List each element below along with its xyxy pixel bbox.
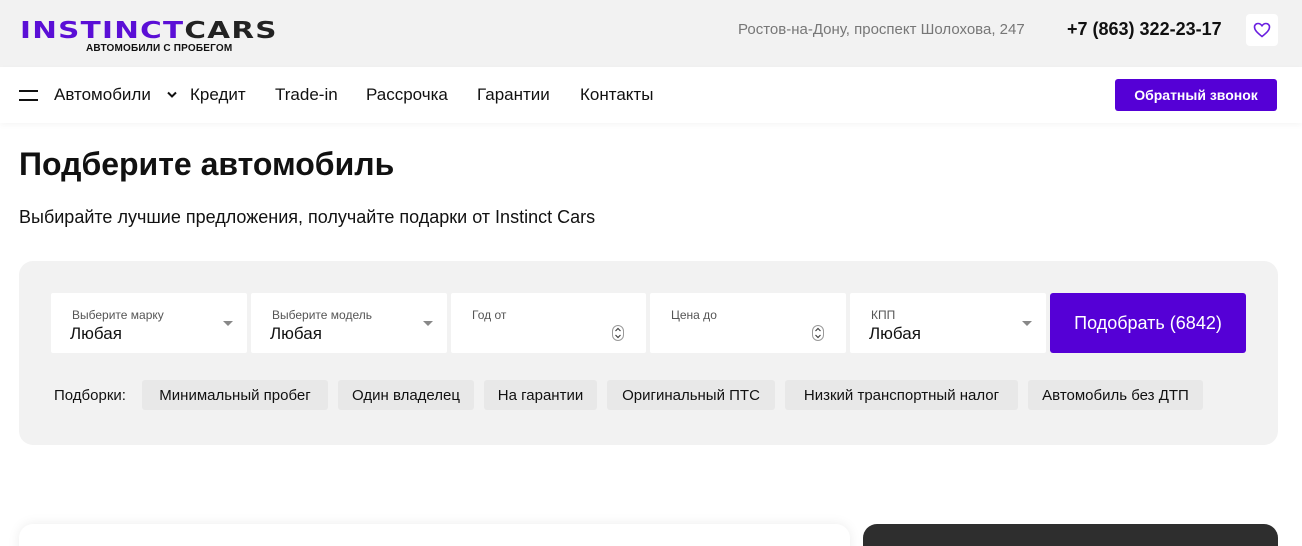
price-to-input[interactable]: Цена до: [650, 293, 846, 353]
promo-card: [863, 524, 1278, 546]
phone-number[interactable]: +7 (863) 322-23-17: [1067, 19, 1222, 40]
chip-min-mileage[interactable]: Минимальный пробег: [142, 380, 328, 410]
spinner-arrows-icon[interactable]: [812, 325, 824, 341]
brand-select[interactable]: Выберите марку Любая: [51, 293, 247, 353]
nav-item-cars[interactable]: Автомобили: [54, 85, 151, 105]
chip-under-warranty[interactable]: На гарантии: [484, 380, 597, 410]
favorites-button[interactable]: [1246, 14, 1278, 46]
field-label: КПП: [871, 308, 896, 322]
main-nav: Автомобили Кредит Trade-in Рассрочка Гар…: [0, 67, 1302, 123]
nav-item-trade-in[interactable]: Trade-in: [275, 85, 338, 105]
field-label: Выберите модель: [272, 308, 372, 322]
selections-label: Подборки:: [54, 387, 126, 404]
dropdown-arrow-icon: [223, 321, 233, 326]
transmission-select[interactable]: КПП Любая: [850, 293, 1046, 353]
model-select[interactable]: Выберите модель Любая: [251, 293, 447, 353]
page-title: Подберите автомобиль: [19, 146, 395, 182]
dropdown-arrow-icon: [423, 321, 433, 326]
car-filter-panel: Выберите марку Любая Выберите модель Люб…: [19, 261, 1278, 445]
nav-item-warranty[interactable]: Гарантии: [477, 85, 550, 105]
field-label: Выберите марку: [72, 308, 164, 322]
field-value: Любая: [70, 324, 122, 343]
hamburger-icon[interactable]: [19, 90, 38, 101]
field-label: Год от: [472, 308, 507, 322]
field-value: Любая: [270, 324, 322, 343]
callback-button[interactable]: Обратный звонок: [1115, 79, 1277, 111]
spinner-arrows-icon[interactable]: [612, 325, 624, 341]
chip-no-accidents[interactable]: Автомобиль без ДТП: [1028, 380, 1203, 410]
field-value: Любая: [869, 324, 921, 343]
chip-low-tax[interactable]: Низкий транспортный налог: [785, 380, 1018, 410]
logo-subtitle: АВТОМОБИЛИ С ПРОБЕГОМ: [86, 43, 233, 54]
nav-item-contacts[interactable]: Контакты: [580, 85, 653, 105]
search-submit-button[interactable]: Подобрать (6842): [1050, 293, 1246, 353]
nav-item-installment[interactable]: Рассрочка: [366, 85, 448, 105]
content-card: [19, 524, 850, 546]
year-from-input[interactable]: Год от: [451, 293, 646, 353]
chip-original-pts[interactable]: Оригинальный ПТС: [607, 380, 775, 410]
nav-item-credit[interactable]: Кредит: [190, 85, 246, 105]
dealer-address: Ростов-на-Дону, проспект Шолохова, 247: [738, 21, 1025, 38]
logo-wordmark: INSTINCTCARS: [20, 18, 278, 44]
chip-one-owner[interactable]: Один владелец: [338, 380, 474, 410]
heart-icon: [1253, 22, 1271, 38]
field-label: Цена до: [671, 308, 717, 322]
dropdown-arrow-icon: [1022, 321, 1032, 326]
page-subtitle: Выбирайте лучшие предложения, получайте …: [19, 207, 596, 227]
logo[interactable]: INSTINCTCARS АВТОМОБИЛИ С ПРОБЕГОМ: [20, 18, 310, 58]
top-bar: INSTINCTCARS АВТОМОБИЛИ С ПРОБЕГОМ Росто…: [0, 0, 1302, 67]
chevron-down-icon[interactable]: [166, 91, 178, 99]
